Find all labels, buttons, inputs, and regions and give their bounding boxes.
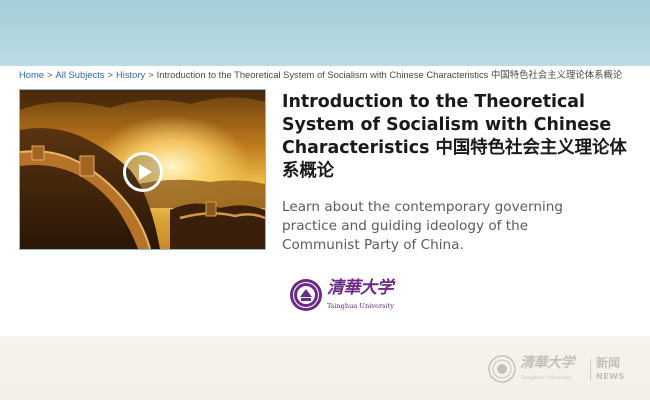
watermark-news-en: NEWS	[596, 372, 625, 381]
watermark-name-en: Tsinghua University	[521, 375, 572, 381]
partner-name-en: Tsinghua University	[327, 302, 394, 310]
tsinghua-news-watermark: 清華大学 Tsinghua University 新闻 NEWS	[488, 353, 628, 387]
tsinghua-seal-icon	[290, 279, 322, 311]
play-icon	[139, 164, 152, 180]
watermark-divider	[590, 359, 591, 381]
breadcrumb-current: Introduction to the Theoretical System o…	[156, 69, 623, 80]
breadcrumb-home-link[interactable]: Home	[19, 69, 44, 80]
partner-logo-tsinghua[interactable]: 清華大学 Tsinghua University	[289, 277, 399, 315]
breadcrumb-history-link[interactable]: History	[116, 69, 145, 80]
breadcrumb-all-subjects-link[interactable]: All Subjects	[56, 69, 105, 80]
course-title: Introduction to the Theoretical System o…	[282, 92, 627, 181]
watermark-name-cn: 清華大学	[520, 355, 575, 371]
breadcrumb: Home > All Subjects > History > Introduction t…	[19, 69, 644, 81]
breadcrumb-separator: >	[47, 69, 53, 80]
header-band	[0, 0, 650, 66]
watermark-news-cn: 新闻	[596, 356, 621, 370]
course-video-thumbnail[interactable]	[19, 89, 266, 250]
breadcrumb-separator: >	[107, 69, 113, 80]
partner-name-cn: 清華大学	[327, 278, 394, 298]
play-button[interactable]	[123, 152, 163, 192]
course-description: Learn about the contemporary governing p…	[282, 199, 563, 253]
breadcrumb-separator: >	[148, 69, 154, 80]
tsinghua-seal-icon	[488, 355, 516, 383]
